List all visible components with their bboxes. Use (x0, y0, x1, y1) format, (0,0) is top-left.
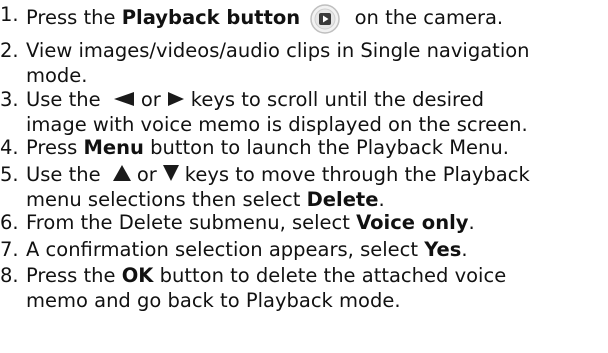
left-arrow-icon (112, 90, 136, 112)
step-bold-term: Voice only (356, 211, 469, 234)
step-bold-term: Yes (424, 238, 462, 261)
right-arrow-icon (166, 90, 186, 112)
step-text: View images/videos/audio clips in Single… (26, 39, 530, 62)
step-text: Press the Playback button on the camera. (26, 4, 503, 34)
down-arrow-icon (162, 164, 180, 187)
step-text-part: button to launch the Playback Menu. (143, 136, 509, 159)
playback-button-icon (310, 4, 341, 34)
step-text-part: Press (26, 136, 84, 159)
step-number: 6. (0, 211, 19, 234)
step-text: Press the OK button to delete the attach… (26, 265, 506, 287)
step-text-continued: mode. (26, 64, 88, 87)
step-text-continued: memo and go back to Playback mode. (26, 289, 401, 312)
step-text-part: keys to move through the Playback (184, 163, 530, 186)
step-text-continued: image with voice memo is displayed on th… (26, 113, 528, 136)
step-text-part: Use the (26, 88, 107, 111)
step-text-part: on the camera. (348, 6, 504, 29)
step-number: 1. (0, 3, 19, 26)
step-bold-term: Menu (83, 136, 144, 159)
step-text-part: menu selections then select (26, 188, 307, 211)
step-bold-term: OK (121, 264, 154, 287)
step-text-part: . (461, 238, 468, 261)
step-text-part: Use the (26, 163, 107, 186)
step-bold-term: Delete (306, 188, 379, 211)
step-text: From the Delete submenu, select Voice on… (26, 212, 475, 234)
step-text-part: From the Delete submenu, select (26, 211, 357, 234)
step-text-part: or (136, 163, 157, 186)
step-number: 4. (0, 136, 19, 159)
step-number: 3. (0, 88, 19, 111)
step-text-part: Press the (26, 264, 122, 287)
step-text: Use the or keys to scroll until the desir… (26, 89, 484, 112)
step-text: Use the or keys to move through the Playb… (26, 164, 530, 187)
step-text: A confirmation selection appears, select… (26, 239, 468, 261)
step-text-part: Press the (26, 6, 122, 29)
step-number: 8. (0, 264, 19, 287)
step-number: 7. (0, 238, 19, 261)
step-text-part: . (378, 188, 385, 211)
instruction-list: 1. Press the Playback button on the came… (0, 0, 608, 353)
step-text: Press Menu button to launch the Playback… (26, 137, 509, 159)
step-text-part: A confirmation selection appears, select (26, 238, 425, 261)
step-number: 5. (0, 163, 19, 186)
step-number: 2. (0, 39, 19, 62)
up-arrow-icon (112, 164, 132, 187)
step-text-continued: menu selections then select Delete. (26, 189, 385, 211)
step-text-part: button to delete the attached voice (153, 264, 507, 287)
step-text-part: . (468, 211, 475, 234)
step-bold-term: Playback button (121, 6, 301, 29)
step-text-part: or (140, 88, 161, 111)
step-text-part: keys to scroll until the desired (190, 88, 484, 111)
